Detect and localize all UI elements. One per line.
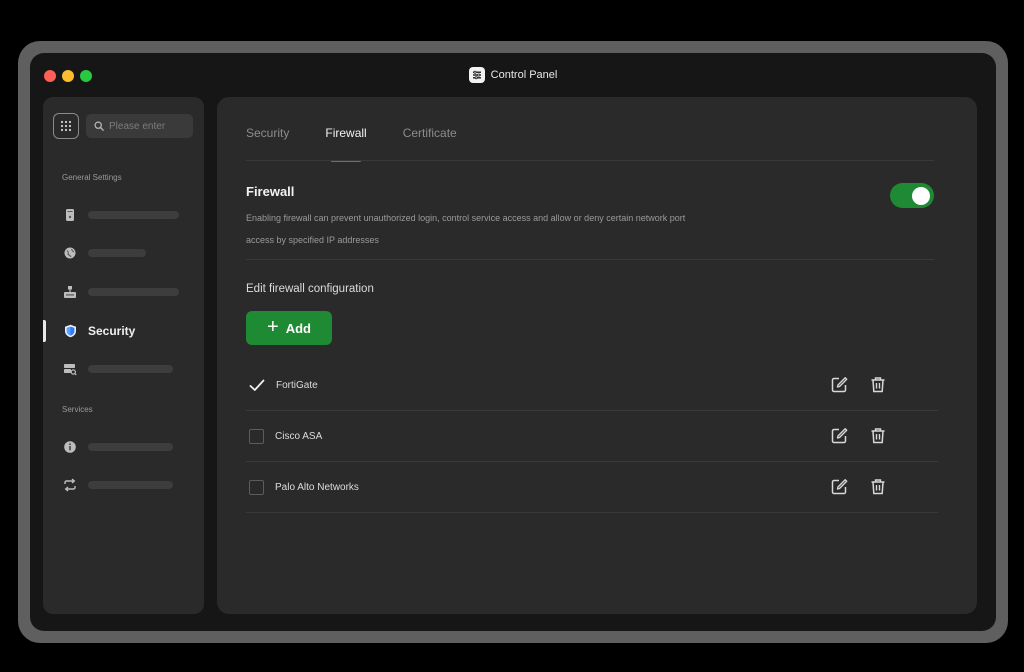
sidebar: General Settings [43, 97, 204, 614]
sync-icon [63, 478, 77, 492]
sidebar-item-storage[interactable] [43, 356, 204, 382]
row-actions [831, 376, 886, 393]
toggle-knob [912, 186, 930, 205]
tab-bar: Security Firewall Certificate [246, 126, 493, 162]
row-actions [831, 478, 886, 495]
general-settings-label: General Settings [62, 173, 122, 182]
shield-icon [63, 324, 77, 338]
sidebar-item-label-placeholder [88, 481, 173, 489]
search-icon [94, 121, 104, 131]
search-box [86, 114, 193, 138]
section-divider [246, 259, 934, 260]
firewall-name: FortiGate [276, 379, 318, 391]
main-panel: Security Firewall Certificate Firewall E… [217, 97, 977, 614]
grid-icon [60, 120, 72, 132]
sidebar-item-label-placeholder [88, 365, 173, 373]
sidebar-item-label-placeholder [88, 211, 179, 219]
sidebar-item-security[interactable]: Security [43, 318, 204, 344]
sidebar-item-globe[interactable] [43, 240, 204, 266]
sidebar-item-sync[interactable] [43, 472, 204, 498]
row-actions [831, 427, 886, 444]
list-item: Palo Alto Networks [246, 462, 938, 513]
tab-certificate[interactable]: Certificate [403, 126, 457, 162]
drive-icon [63, 208, 77, 222]
firewall-description: Enabling firewall can prevent unauthoriz… [246, 213, 686, 245]
info-icon [63, 440, 77, 454]
title-group: Control Panel [30, 67, 996, 83]
trash-icon[interactable] [869, 478, 886, 495]
globe-icon [63, 246, 77, 260]
trash-icon[interactable] [869, 376, 886, 393]
sidebar-item-label-placeholder [88, 288, 179, 296]
sidebar-item-network[interactable] [43, 279, 204, 305]
title-bar: Control Panel [30, 53, 996, 97]
tab-security[interactable]: Security [246, 126, 289, 162]
firewall-name: Palo Alto Networks [275, 481, 359, 493]
checkbox-checked[interactable] [248, 377, 265, 394]
control-panel-app-icon [468, 67, 485, 83]
sidebar-item-info[interactable] [43, 434, 204, 460]
plus-icon: + [267, 316, 279, 338]
network-icon [63, 285, 77, 299]
checkbox[interactable] [249, 479, 264, 495]
sidebar-item-drive[interactable] [43, 202, 204, 228]
app-window: Control Panel General Settings [30, 53, 996, 631]
sidebar-item-label-placeholder [88, 249, 146, 257]
tabs-divider [246, 160, 934, 161]
sidebar-item-label: Security [88, 324, 136, 338]
list-item: FortiGate [246, 360, 938, 411]
services-label: Services [62, 405, 93, 414]
firewall-title: Firewall [246, 184, 295, 199]
tab-firewall[interactable]: Firewall [325, 126, 367, 162]
edit-firewall-label: Edit firewall configuration [246, 283, 374, 295]
window-title: Control Panel [490, 69, 558, 81]
checkmark-icon [249, 379, 264, 391]
trash-icon[interactable] [869, 427, 886, 444]
checkbox[interactable] [249, 428, 264, 444]
firewall-toggle[interactable] [890, 183, 934, 208]
list-item: Cisco ASA [246, 411, 938, 462]
edit-icon[interactable] [831, 427, 848, 444]
storage-search-icon [63, 362, 77, 376]
add-firewall-button[interactable]: + Add [246, 311, 332, 345]
edit-icon[interactable] [831, 376, 848, 393]
firewall-name: Cisco ASA [275, 430, 323, 442]
app-grid-button[interactable] [53, 113, 79, 139]
edit-icon[interactable] [831, 478, 848, 495]
search-input[interactable] [109, 120, 189, 132]
firewall-list: FortiGate Cisco ASA Palo Alto Networks [246, 360, 938, 513]
add-button-label: Add [285, 320, 311, 336]
sidebar-item-label-placeholder [88, 443, 173, 451]
